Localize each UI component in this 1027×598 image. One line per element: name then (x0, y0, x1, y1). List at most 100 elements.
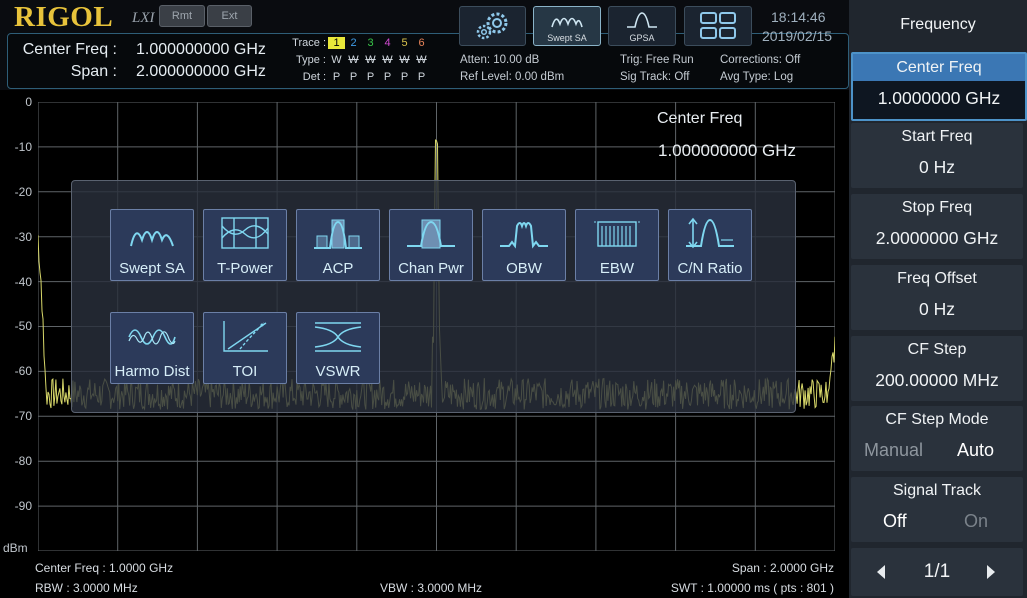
trace-type-3: W (365, 54, 376, 66)
softkey-signal-track[interactable]: Signal Track Off On (851, 477, 1023, 542)
type-label: Type : (296, 54, 326, 66)
gpsa-icon (627, 12, 657, 28)
trace-1[interactable]: 1 (328, 37, 345, 49)
chan-pwr-icon (407, 219, 455, 249)
trace-5[interactable]: 5 (396, 37, 413, 49)
softkey-cf-step[interactable]: CF Step 200.00000 MHz (851, 336, 1023, 401)
cf-step-mode-auto: Auto (957, 440, 995, 460)
softkey-value: 200.00000 MHz (875, 370, 999, 390)
softkey-title: Signal Track (892, 482, 982, 499)
gpsa-mode-button[interactable]: GPSA (608, 6, 676, 46)
measure-label: Chan Pwr (398, 260, 464, 277)
active-function-label: Center Freq (657, 110, 743, 127)
measure-label: OBW (506, 260, 542, 277)
measure-label: VSWR (315, 363, 361, 380)
softkey-cf-step-mode[interactable]: CF Step Mode Manual Auto (851, 406, 1023, 471)
y-tick: -70 (14, 409, 32, 423)
softkey-start-freq[interactable]: Start Freq 0 Hz (851, 123, 1023, 188)
y-unit: dBm (3, 541, 28, 555)
clock-date: 2019/02/15 (762, 28, 833, 44)
trig-status: Trig: Free Run (620, 54, 694, 66)
gpsa-mode-label: GPSA (629, 33, 655, 43)
swept-sa-icon (551, 17, 583, 28)
trace-det-row: Det :PPPPPP (282, 71, 430, 83)
atten-status: Atten: 10.00 dB (460, 54, 540, 66)
swept-sa-mode-button[interactable]: Swept SA (533, 6, 601, 46)
t-power-icon (221, 217, 269, 249)
signal-track-on: On (964, 511, 989, 531)
trace-type-5: W (399, 54, 410, 66)
trace-6[interactable]: 6 (413, 37, 430, 49)
softkey-title: Freq Offset (897, 270, 977, 287)
swept-sa-icon (130, 231, 174, 247)
measure-label: C/N Ratio (677, 260, 743, 277)
span-value[interactable]: 2.000000000 GHz (136, 63, 266, 81)
gears-icon (476, 12, 508, 40)
trace-type-4: W (382, 54, 393, 66)
det-2: P (349, 71, 358, 83)
trace-number-row: Trace :123456 (282, 37, 430, 49)
rigol-logo: RIGOL (14, 1, 114, 33)
harmonic-distortion-icon (128, 329, 176, 345)
measure-menu: Swept SA T-Power ACP Chan Pwr OBW EBW C/… (71, 180, 796, 413)
softkey-title: Start Freq (901, 128, 973, 145)
measure-swept-sa-tile[interactable]: Swept SA (110, 209, 194, 281)
vswr-icon (314, 322, 362, 352)
bottom-center-freq: Center Freq : 1.0000 GHz (35, 561, 174, 575)
avg-type-status: Avg Type: Log (720, 71, 794, 83)
trace-3[interactable]: 3 (362, 37, 379, 49)
det-6: P (417, 71, 426, 83)
trace-type-6: W (416, 54, 427, 66)
trace-4[interactable]: 4 (379, 37, 396, 49)
measure-harmo-dist-tile[interactable]: Harmo Dist (110, 312, 194, 384)
measure-vswr-tile[interactable]: VSWR (296, 312, 380, 384)
y-tick: -80 (14, 454, 32, 468)
y-tick: -10 (14, 140, 32, 154)
y-tick: -20 (14, 185, 32, 199)
trace-2[interactable]: 2 (345, 37, 362, 49)
det-4: P (383, 71, 392, 83)
measure-ebw-tile[interactable]: EBW (575, 209, 659, 281)
measure-cn-ratio-tile[interactable]: C/N Ratio (668, 209, 752, 281)
softkey-value: 0 Hz (919, 157, 955, 177)
clock-time: 18:14:46 (771, 9, 826, 25)
softkey-freq-offset[interactable]: Freq Offset 0 Hz (851, 265, 1023, 330)
measure-label: EBW (599, 260, 635, 277)
center-freq-value[interactable]: 1.000000000 GHz (136, 41, 266, 59)
page-next-icon[interactable] (984, 564, 998, 580)
measure-label: T-Power (217, 260, 273, 277)
measure-t-power-tile[interactable]: T-Power (203, 209, 287, 281)
bottom-span: Span : 2.0000 GHz (731, 561, 834, 575)
remote-button[interactable]: Rmt (159, 5, 205, 27)
lxi-logo: LXI (132, 10, 155, 26)
softkey-stop-freq[interactable]: Stop Freq 2.0000000 GHz (851, 194, 1023, 259)
det-1: P (332, 71, 341, 83)
softkey-center-freq[interactable]: Center Freq 1.0000000 GHz (851, 52, 1027, 121)
settings-button[interactable] (459, 6, 526, 46)
y-tick: -90 (14, 499, 32, 513)
obw-icon (500, 222, 548, 249)
window-layout-icon (700, 12, 736, 39)
corrections-status: Corrections: Off (720, 54, 801, 66)
softkey-title: CF Step (907, 341, 967, 358)
cn-ratio-icon (686, 217, 734, 249)
measure-label: ACP (322, 260, 354, 277)
toi-icon (223, 321, 268, 352)
ebw-icon (594, 221, 640, 247)
measure-acp-tile[interactable]: ACP (296, 209, 380, 281)
measure-obw-tile[interactable]: OBW (482, 209, 566, 281)
menu-title: Frequency (900, 16, 976, 33)
trace-type-row: Type :WWWWWW (282, 54, 430, 66)
softkey-value: 1.0000000 GHz (877, 88, 1001, 108)
measure-toi-tile[interactable]: TOI (203, 312, 287, 384)
softkey-title: Stop Freq (901, 199, 973, 216)
softkey-title: Center Freq (853, 54, 1025, 81)
layout-button[interactable] (684, 6, 752, 46)
softkey-title: CF Step Mode (885, 411, 989, 428)
measure-chan-pwr-tile[interactable]: Chan Pwr (389, 209, 473, 281)
bottom-vbw: VBW : 3.0000 MHz (380, 581, 483, 595)
active-function-value: 1.000000000 GHz (658, 141, 796, 160)
external-button[interactable]: Ext (207, 5, 252, 27)
softkey-value: 2.0000000 GHz (875, 228, 999, 248)
det-3: P (366, 71, 375, 83)
